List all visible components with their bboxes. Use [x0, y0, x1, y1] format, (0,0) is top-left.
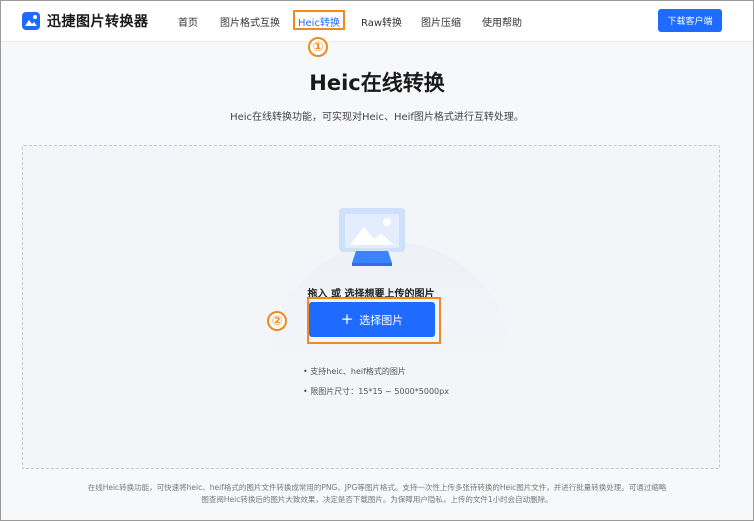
nav-home[interactable]: 首页 [178, 14, 198, 29]
download-client-button[interactable]: 下载客户端 [658, 9, 722, 32]
page-title: Heic在线转换 [309, 71, 445, 95]
footer-description: 在线Heic转换功能，可快速将heic、heif格式的图片文件转换成常用的PNG… [51, 482, 703, 506]
nav-help[interactable]: 使用帮助 [482, 14, 522, 29]
upload-dropzone[interactable]: 拖入 或 选择想要上传的图片 + 选择图片 • 支持heic、heif格式的图片… [22, 145, 720, 469]
select-image-button[interactable]: + 选择图片 [309, 302, 435, 337]
top-navbar: 迅捷图片转换器 首页 图片格式互换 Heic转换 Raw转换 图片压缩 使用帮助… [1, 1, 753, 42]
page-subtitle: Heic在线转换功能，可实现对Heic、Heif图片格式进行互转处理。 [230, 112, 524, 123]
nav-raw-convert[interactable]: Raw转换 [361, 14, 402, 29]
step-1-marker: ① [308, 37, 328, 57]
plus-icon: + [340, 310, 354, 328]
select-image-label: 选择图片 [359, 313, 404, 327]
logo[interactable]: 迅捷图片转换器 [21, 11, 149, 31]
footer-line-1: 在线Heic转换功能，可快速将heic、heif格式的图片文件转换成常用的PNG… [87, 483, 667, 492]
step-2-marker: ② [267, 311, 287, 331]
nav-format-convert[interactable]: 图片格式互换 [220, 14, 280, 29]
image-convert-icon [22, 12, 40, 30]
logo-text: 迅捷图片转换器 [47, 14, 149, 30]
app-window: 迅捷图片转换器 首页 图片格式互换 Heic转换 Raw转换 图片压缩 使用帮助… [0, 0, 754, 521]
upload-image-illustration [339, 208, 405, 266]
note-size-limit: • 限图片尺寸：15*15 ~ 5000*5000px [303, 387, 449, 396]
nav-highlight-box [293, 10, 345, 30]
nav-image-compress[interactable]: 图片压缩 [421, 14, 461, 29]
note-formats: • 支持heic、heif格式的图片 [303, 367, 406, 376]
footer-line-2: 图查阅Heic转换后的图片大致效果，决定是否下载图片。为保障用户隐私，上传的文件… [201, 495, 553, 504]
